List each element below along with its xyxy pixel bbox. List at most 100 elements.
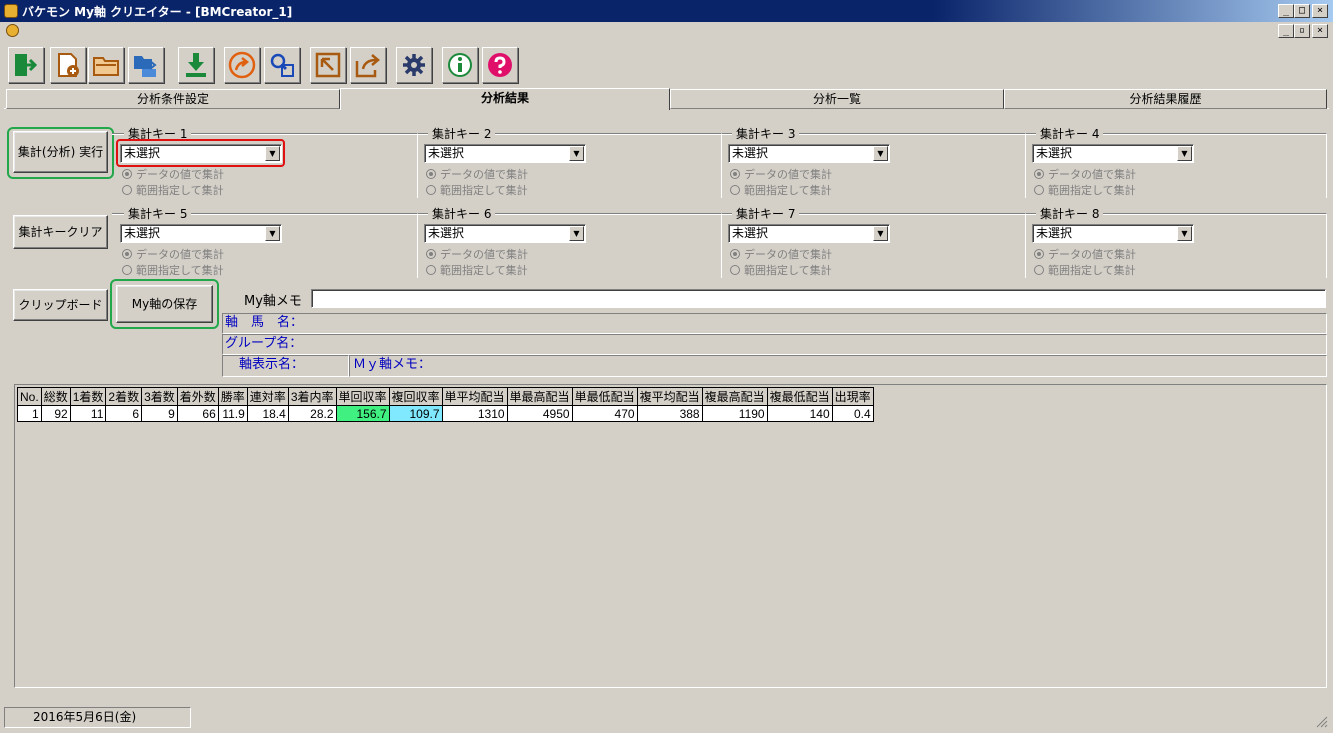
- column-header[interactable]: 複平均配当: [636, 387, 703, 406]
- open-folder-button[interactable]: [88, 47, 124, 83]
- key-2-select[interactable]: 未選択 ▼: [424, 144, 586, 163]
- table-cell[interactable]: 11.9: [217, 405, 248, 422]
- exit-button[interactable]: [8, 47, 44, 83]
- column-header[interactable]: 複回収率: [388, 387, 443, 406]
- key-5-radio-range[interactable]: 範囲指定して集計: [122, 262, 224, 278]
- minimize-button[interactable]: _: [1278, 4, 1294, 18]
- resize-grip-icon[interactable]: [1316, 716, 1328, 728]
- column-header[interactable]: 2着数: [105, 387, 143, 406]
- key-5-radio-value[interactable]: データの値で集計: [122, 246, 224, 262]
- key-4-radio-value[interactable]: データの値で集計: [1034, 166, 1136, 182]
- column-header[interactable]: 3着内率: [287, 387, 337, 406]
- save-axis-button[interactable]: My軸の保存: [116, 285, 213, 323]
- table-cell[interactable]: 6: [105, 405, 143, 422]
- table-cell[interactable]: 66: [176, 405, 219, 422]
- mdi-restore-button[interactable]: ▫: [1294, 24, 1310, 38]
- table-cell[interactable]: 4950: [506, 405, 573, 422]
- key-1-select[interactable]: 未選択 ▼: [120, 144, 282, 163]
- key-6-radio-range[interactable]: 範囲指定して集計: [426, 262, 528, 278]
- folder-transfer-button[interactable]: [128, 47, 164, 83]
- table-row[interactable]: 1 92 11 6 9 66 11.9 18.4 28.2 156.7 109.7 1310 4950 4…: [17, 405, 874, 422]
- chevron-down-icon[interactable]: ▼: [1177, 146, 1192, 161]
- key-3-radio-value[interactable]: データの値で集計: [730, 166, 832, 182]
- table-cell[interactable]: 28.2: [287, 405, 337, 422]
- download-button[interactable]: [178, 47, 214, 83]
- close-button[interactable]: ×: [1312, 4, 1328, 18]
- key-6-radio-value[interactable]: データの値で集計: [426, 246, 528, 262]
- column-header[interactable]: 単最高配当: [506, 387, 573, 406]
- column-header[interactable]: 3着数: [141, 387, 178, 406]
- memo-input[interactable]: [311, 289, 1326, 308]
- tab-results[interactable]: 分析結果: [340, 88, 670, 110]
- key-3-radio-range[interactable]: 範囲指定して集計: [730, 182, 832, 198]
- column-header[interactable]: 総数: [40, 387, 71, 406]
- tab-results-history[interactable]: 分析結果履歴: [1004, 89, 1327, 109]
- document-icon[interactable]: [6, 24, 19, 37]
- table-cell[interactable]: 11: [69, 405, 107, 422]
- key-2-radio-value[interactable]: データの値で集計: [426, 166, 528, 182]
- table-cell[interactable]: 9: [141, 405, 178, 422]
- column-header[interactable]: 連対率: [246, 387, 289, 406]
- maximize-button[interactable]: □: [1294, 4, 1310, 18]
- column-header[interactable]: 勝率: [217, 387, 248, 406]
- table-cell[interactable]: 156.7: [335, 405, 390, 422]
- table-cell[interactable]: 470: [571, 405, 638, 422]
- key-8-radio-value[interactable]: データの値で集計: [1034, 246, 1136, 262]
- info-button[interactable]: [442, 47, 478, 83]
- share-button[interactable]: [350, 47, 386, 83]
- key-3-select[interactable]: 未選択 ▼: [728, 144, 890, 163]
- mdi-minimize-button[interactable]: _: [1278, 24, 1294, 38]
- table-cell[interactable]: 140: [766, 405, 833, 422]
- settings-button[interactable]: [396, 47, 432, 83]
- key-5-select[interactable]: 未選択 ▼: [120, 224, 282, 243]
- clipboard-button[interactable]: クリップボード: [13, 289, 108, 321]
- key-7-radio-range[interactable]: 範囲指定して集計: [730, 262, 832, 278]
- key-6-select[interactable]: 未選択 ▼: [424, 224, 586, 243]
- table-cell[interactable]: 0.4: [831, 405, 874, 422]
- column-header[interactable]: 1着数: [69, 387, 107, 406]
- key-8-select[interactable]: 未選択 ▼: [1032, 224, 1194, 243]
- column-header[interactable]: 着外数: [176, 387, 219, 406]
- chevron-down-icon[interactable]: ▼: [569, 226, 584, 241]
- table-cell[interactable]: 92: [40, 405, 71, 422]
- new-file-button[interactable]: [50, 47, 86, 83]
- column-header[interactable]: 複最高配当: [701, 387, 768, 406]
- tab-conditions[interactable]: 分析条件設定: [6, 89, 340, 109]
- column-header[interactable]: 単平均配当: [441, 387, 508, 406]
- column-header[interactable]: 出現率: [831, 387, 874, 406]
- column-header[interactable]: 単回収率: [335, 387, 390, 406]
- chevron-down-icon[interactable]: ▼: [265, 226, 280, 241]
- mdi-close-button[interactable]: ×: [1312, 24, 1328, 38]
- key-4-select[interactable]: 未選択 ▼: [1032, 144, 1194, 163]
- table-cell[interactable]: 1: [17, 405, 42, 422]
- table-cell[interactable]: 1190: [701, 405, 768, 422]
- clear-keys-button[interactable]: 集計キークリア: [13, 215, 108, 249]
- column-header[interactable]: 単最低配当: [571, 387, 638, 406]
- column-header[interactable]: No.: [17, 387, 42, 406]
- column-header[interactable]: 複最低配当: [766, 387, 833, 406]
- export-button[interactable]: [310, 47, 346, 83]
- key-1-radio-value[interactable]: データの値で集計: [122, 166, 224, 182]
- tab-analysis-list[interactable]: 分析一覧: [670, 89, 1004, 109]
- table-cell[interactable]: 109.7: [388, 405, 443, 422]
- table-cell[interactable]: 18.4: [246, 405, 289, 422]
- table-cell[interactable]: 1310: [441, 405, 508, 422]
- info-icon: [448, 53, 472, 77]
- results-grid[interactable]: No. 総数 1着数 2着数 3着数 着外数 勝率 連対率 3着内率 単回収率 複回収率 単平均配当単…: [14, 384, 1327, 688]
- chevron-down-icon[interactable]: ▼: [873, 146, 888, 161]
- key-1-radio-range[interactable]: 範囲指定して集計: [122, 182, 224, 198]
- chevron-down-icon[interactable]: ▼: [265, 146, 280, 161]
- chevron-down-icon[interactable]: ▼: [569, 146, 584, 161]
- key-2-radio-range[interactable]: 範囲指定して集計: [426, 182, 528, 198]
- run-analysis-button[interactable]: 集計(分析) 実行: [13, 131, 108, 173]
- chevron-down-icon[interactable]: ▼: [1177, 226, 1192, 241]
- key-7-select[interactable]: 未選択 ▼: [728, 224, 890, 243]
- chevron-down-icon[interactable]: ▼: [873, 226, 888, 241]
- table-cell[interactable]: 388: [636, 405, 703, 422]
- search-link-button[interactable]: [264, 47, 300, 83]
- help-button[interactable]: [482, 47, 518, 83]
- key-8-radio-range[interactable]: 範囲指定して集計: [1034, 262, 1136, 278]
- key-4-radio-range[interactable]: 範囲指定して集計: [1034, 182, 1136, 198]
- key-7-radio-value[interactable]: データの値で集計: [730, 246, 832, 262]
- forward-button[interactable]: [224, 47, 260, 83]
